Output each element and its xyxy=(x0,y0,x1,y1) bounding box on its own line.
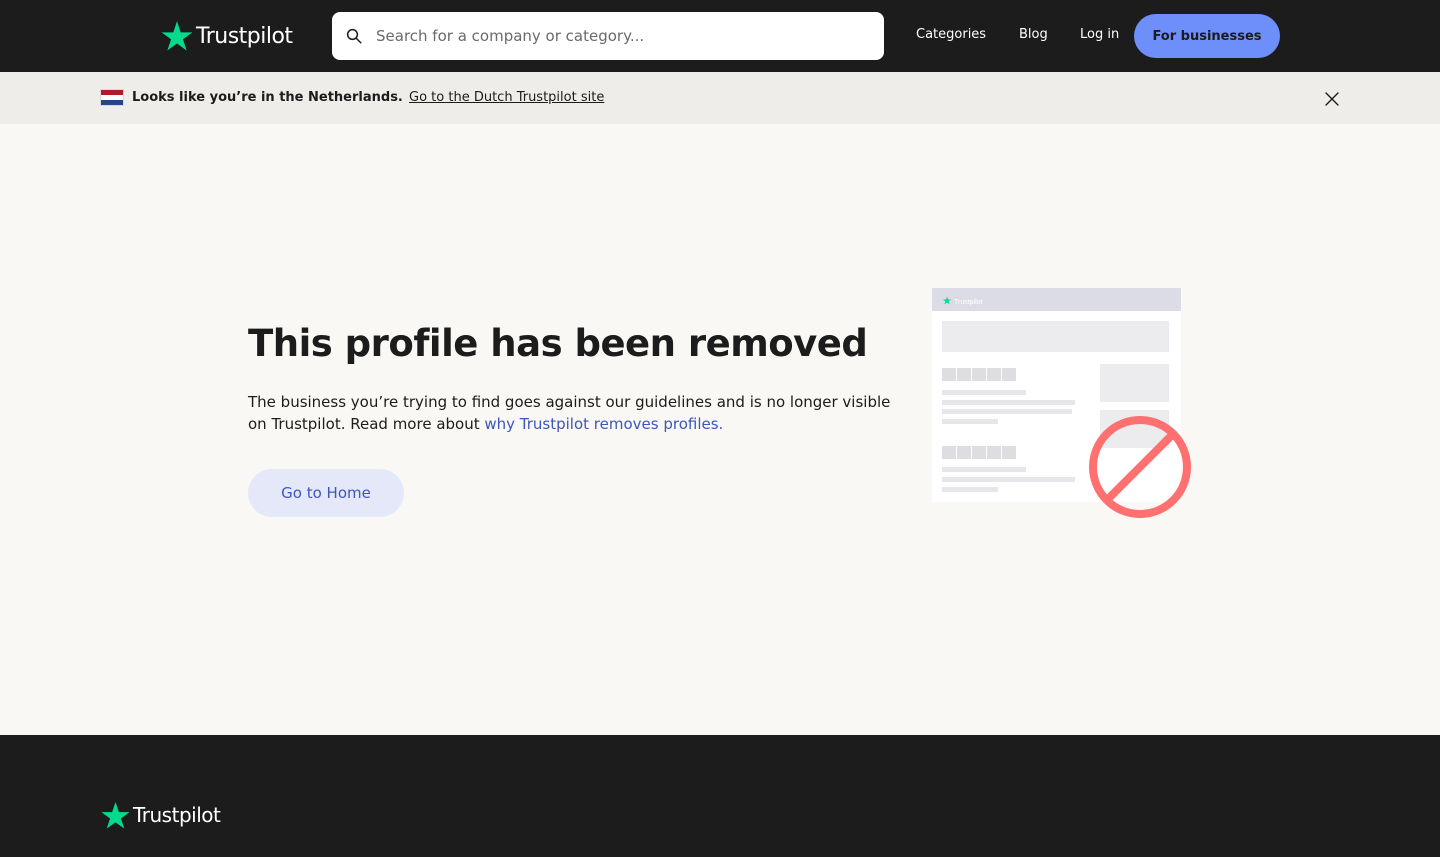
mock-review-stars-1 xyxy=(942,368,1016,381)
mock-line xyxy=(942,487,998,492)
go-home-button[interactable]: Go to Home xyxy=(248,469,404,517)
mock-line xyxy=(942,400,1075,405)
close-icon xyxy=(1325,92,1339,106)
mock-line xyxy=(942,467,1026,472)
search-input[interactable] xyxy=(376,27,856,45)
nav-login[interactable]: Log in xyxy=(1080,26,1119,44)
mock-line xyxy=(942,477,1075,482)
close-banner-button[interactable] xyxy=(1322,89,1342,109)
locale-message-text: Looks like you’re in the Netherlands. xyxy=(132,90,403,105)
site-footer: Trustpilot xyxy=(0,735,1440,857)
netherlands-flag-icon xyxy=(100,89,124,106)
for-businesses-button[interactable]: For businesses xyxy=(1134,14,1280,58)
nav-categories[interactable]: Categories xyxy=(916,26,986,44)
page-title: This profile has been removed xyxy=(248,322,868,365)
mock-line xyxy=(942,390,1026,395)
mock-review-stars-2 xyxy=(942,446,1016,459)
mock-line xyxy=(942,419,998,424)
mock-logo-text: Trustpilot xyxy=(954,299,983,306)
nav-blog[interactable]: Blog xyxy=(1019,26,1048,44)
locale-message: Looks like you’re in the Netherlands. Go… xyxy=(132,89,604,107)
trustpilot-star-icon xyxy=(161,21,193,51)
search-icon xyxy=(346,28,362,44)
footer-logo-text: Trustpilot xyxy=(133,803,221,827)
locale-banner: Looks like you’re in the Netherlands. Go… xyxy=(0,72,1440,124)
trustpilot-logo[interactable]: Trustpilot xyxy=(160,18,293,54)
mock-line xyxy=(942,409,1072,414)
removed-description: The business you’re trying to find goes … xyxy=(248,391,908,435)
removal-reasons-link[interactable]: why Trustpilot removes profiles. xyxy=(484,415,723,433)
footer-trustpilot-logo[interactable]: Trustpilot xyxy=(100,799,221,831)
removed-profile-illustration: Trustpilot xyxy=(932,288,1191,518)
dutch-site-link[interactable]: Go to the Dutch Trustpilot site xyxy=(409,90,604,105)
logo-text: Trustpilot xyxy=(196,23,293,49)
trustpilot-star-icon xyxy=(101,801,130,829)
search-bar[interactable] xyxy=(332,12,884,60)
mock-title-block xyxy=(942,321,1169,352)
mock-side-block xyxy=(1100,364,1169,402)
site-header: Trustpilot Categories Blog Log in For bu… xyxy=(0,0,1440,72)
